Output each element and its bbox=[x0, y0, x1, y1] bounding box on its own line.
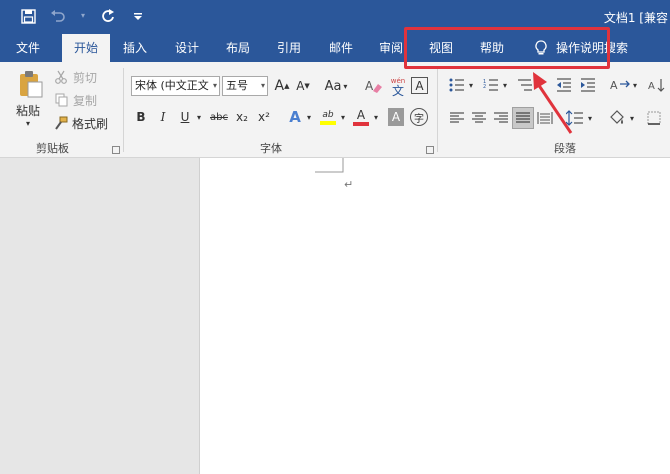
annotation-arrow bbox=[533, 72, 573, 134]
